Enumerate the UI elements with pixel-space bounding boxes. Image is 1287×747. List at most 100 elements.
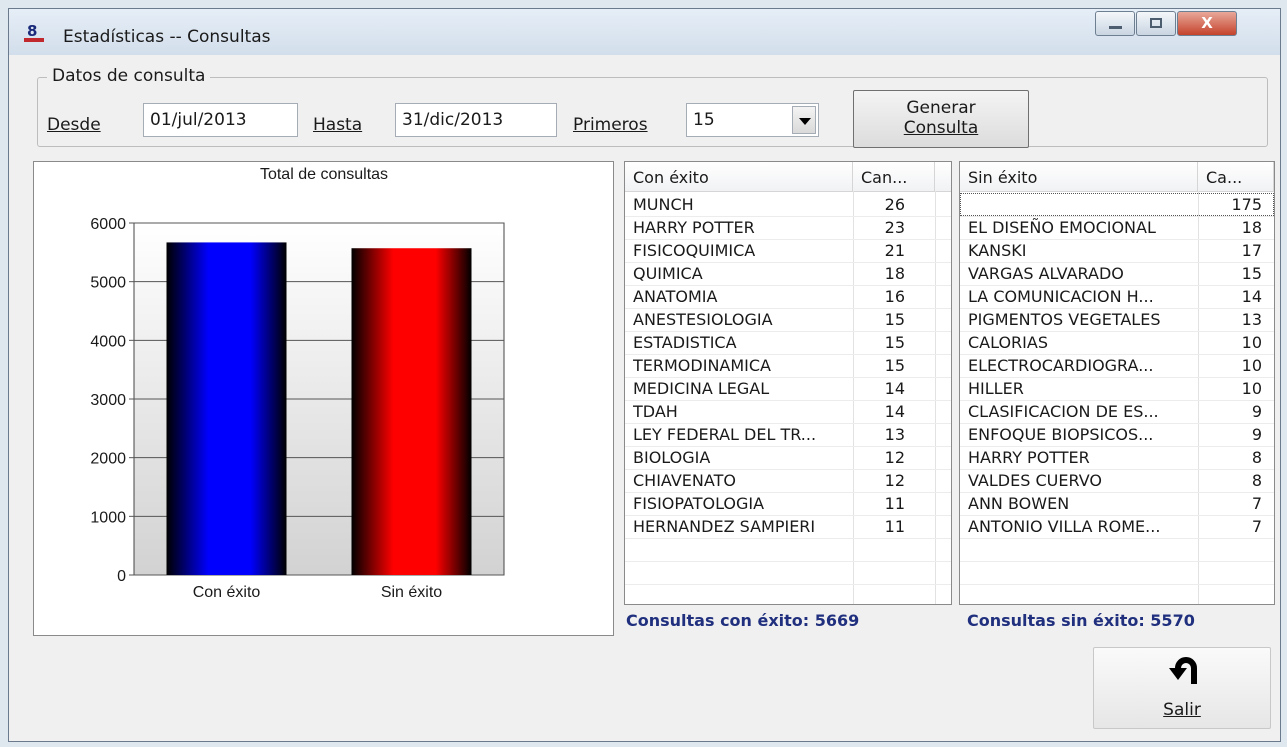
list-item[interactable]: HERNANDEZ SAMPIERI 11 [625, 515, 951, 538]
item-count: 8 [1251, 471, 1262, 490]
bar-sin-exito [351, 248, 472, 575]
list-item[interactable]: HARRY POTTER 8 [960, 446, 1274, 469]
list-item[interactable]: KANSKI 17 [960, 239, 1274, 262]
item-title: HARRY POTTER [968, 448, 1090, 467]
maximize-icon [1150, 18, 1162, 28]
title-bar[interactable]: 8 Estadísticas -- Consultas X [9, 9, 1280, 55]
list-item[interactable]: VARGAS ALVARADO 15 [960, 262, 1274, 285]
row-separator [625, 538, 951, 539]
close-button[interactable]: X [1177, 11, 1237, 36]
item-count: 10 [1241, 379, 1262, 398]
list-item[interactable]: TERMODINAMICA 15 [625, 354, 951, 377]
item-count: 9 [1251, 425, 1262, 444]
item-count: 15 [884, 356, 905, 375]
list-item[interactable]: ANESTESIOLOGIA 15 [625, 308, 951, 331]
item-title: CLASIFICACION DE ES... [968, 402, 1159, 421]
failure-summary: Consultas sin éxito: 5570 [967, 611, 1195, 630]
statistics-window: 8 Estadísticas -- Consultas X Datos de c… [8, 8, 1281, 742]
failure-list-header: Sin éxito Ca... [960, 162, 1274, 192]
failure-col-name-header[interactable]: Sin éxito [960, 162, 1198, 191]
exit-label: Salir [1163, 700, 1201, 720]
row-separator [625, 561, 951, 562]
item-title: ANTONIO VILLA ROME... [968, 517, 1161, 536]
item-count: 13 [884, 425, 905, 444]
exit-button[interactable]: Salir [1093, 647, 1271, 729]
list-item[interactable]: HILLER 10 [960, 377, 1274, 400]
y-tick-label: 4000 [90, 333, 126, 350]
close-icon: X [1201, 14, 1213, 32]
primeros-label: Primeros [573, 115, 648, 135]
generate-query-button[interactable]: Generar Consulta [853, 90, 1029, 148]
item-title: ANESTESIOLOGIA [633, 310, 773, 329]
primeros-select[interactable]: 15 [686, 103, 819, 137]
item-title: ANATOMIA [633, 287, 718, 306]
chart-title: Total de consultas [260, 166, 388, 183]
list-item[interactable]: ESTADISTICA 15 [625, 331, 951, 354]
list-item[interactable]: MUNCH 26 [625, 193, 951, 216]
item-count: 12 [884, 448, 905, 467]
maximize-button[interactable] [1136, 11, 1176, 36]
item-count: 15 [1241, 264, 1262, 283]
list-item[interactable]: LEY FEDERAL DEL TR... 13 [625, 423, 951, 446]
list-item[interactable]: ANTONIO VILLA ROME... 7 [960, 515, 1274, 538]
item-title: ESTADISTICA [633, 333, 737, 352]
item-count: 8 [1251, 448, 1262, 467]
item-title: LEY FEDERAL DEL TR... [633, 425, 817, 444]
minimize-icon [1109, 26, 1122, 29]
item-count: 18 [884, 264, 905, 283]
item-count: 12 [884, 471, 905, 490]
item-title: VALDES CUERVO [968, 471, 1102, 490]
success-col-count-header[interactable]: Can... [853, 162, 935, 191]
window-title: Estadísticas -- Consultas [63, 27, 271, 47]
list-item[interactable]: EL DISEÑO EMOCIONAL 18 [960, 216, 1274, 239]
list-item[interactable]: 175 [960, 193, 1274, 216]
item-title: TDAH [633, 402, 678, 421]
item-title [968, 193, 1196, 216]
list-item[interactable]: ELECTROCARDIOGRA... 10 [960, 354, 1274, 377]
item-count: 17 [1241, 241, 1262, 260]
item-count: 15 [884, 333, 905, 352]
item-count: 175 [1231, 195, 1262, 214]
hasta-date-field[interactable]: 31/dic/2013 [395, 103, 557, 137]
list-item[interactable]: PIGMENTOS VEGETALES 13 [960, 308, 1274, 331]
svg-text:8: 8 [27, 23, 37, 40]
success-col-name-header[interactable]: Con éxito [625, 162, 853, 191]
y-tick-label: 6000 [90, 216, 126, 233]
list-item[interactable]: QUIMICA 18 [625, 262, 951, 285]
list-item[interactable]: ANN BOWEN 7 [960, 492, 1274, 515]
primeros-value: 15 [693, 110, 715, 130]
desde-date-field[interactable]: 01/jul/2013 [143, 103, 298, 137]
row-separator [960, 561, 1274, 562]
list-item[interactable]: ENFOQUE BIOPSICOS... 9 [960, 423, 1274, 446]
item-title: PIGMENTOS VEGETALES [968, 310, 1161, 329]
item-title: ELECTROCARDIOGRA... [968, 356, 1154, 375]
item-count: 14 [884, 379, 905, 398]
list-item[interactable]: FISICOQUIMICA 21 [625, 239, 951, 262]
list-item[interactable]: CALORIAS 10 [960, 331, 1274, 354]
item-count: 14 [1241, 287, 1262, 306]
minimize-button[interactable] [1095, 11, 1135, 36]
failure-listview[interactable]: Sin éxito Ca... 175 EL DISEÑO EMOCIONAL 18… [959, 161, 1275, 605]
success-listview[interactable]: Con éxito Can... MUNCH 26 HARRY POTTER 23 FI… [624, 161, 952, 605]
list-item[interactable]: TDAH 14 [625, 400, 951, 423]
item-count: 9 [1251, 402, 1262, 421]
dropdown-arrow-icon[interactable] [792, 106, 816, 134]
list-item[interactable]: FISIOPATOLOGIA 11 [625, 492, 951, 515]
list-item[interactable]: MEDICINA LEGAL 14 [625, 377, 951, 400]
failure-col-count-header[interactable]: Ca... [1198, 162, 1274, 191]
item-title: ENFOQUE BIOPSICOS... [968, 425, 1154, 444]
item-title: VARGAS ALVARADO [968, 264, 1124, 283]
chart-panel: Total de consultas 0 1000 2000 3000 4000 5000… [33, 161, 614, 636]
item-count: 10 [1241, 333, 1262, 352]
item-count: 11 [884, 517, 905, 536]
y-tick-label: 0 [117, 568, 126, 585]
list-item[interactable]: LA COMUNICACION H... 14 [960, 285, 1274, 308]
list-item[interactable]: HARRY POTTER 23 [625, 216, 951, 239]
list-item[interactable]: ANATOMIA 16 [625, 285, 951, 308]
success-list-header: Con éxito Can... [625, 162, 951, 192]
list-item[interactable]: VALDES CUERVO 8 [960, 469, 1274, 492]
list-item[interactable]: CLASIFICACION DE ES... 9 [960, 400, 1274, 423]
item-count: 7 [1251, 494, 1262, 513]
list-item[interactable]: CHIAVENATO 12 [625, 469, 951, 492]
list-item[interactable]: BIOLOGIA 12 [625, 446, 951, 469]
